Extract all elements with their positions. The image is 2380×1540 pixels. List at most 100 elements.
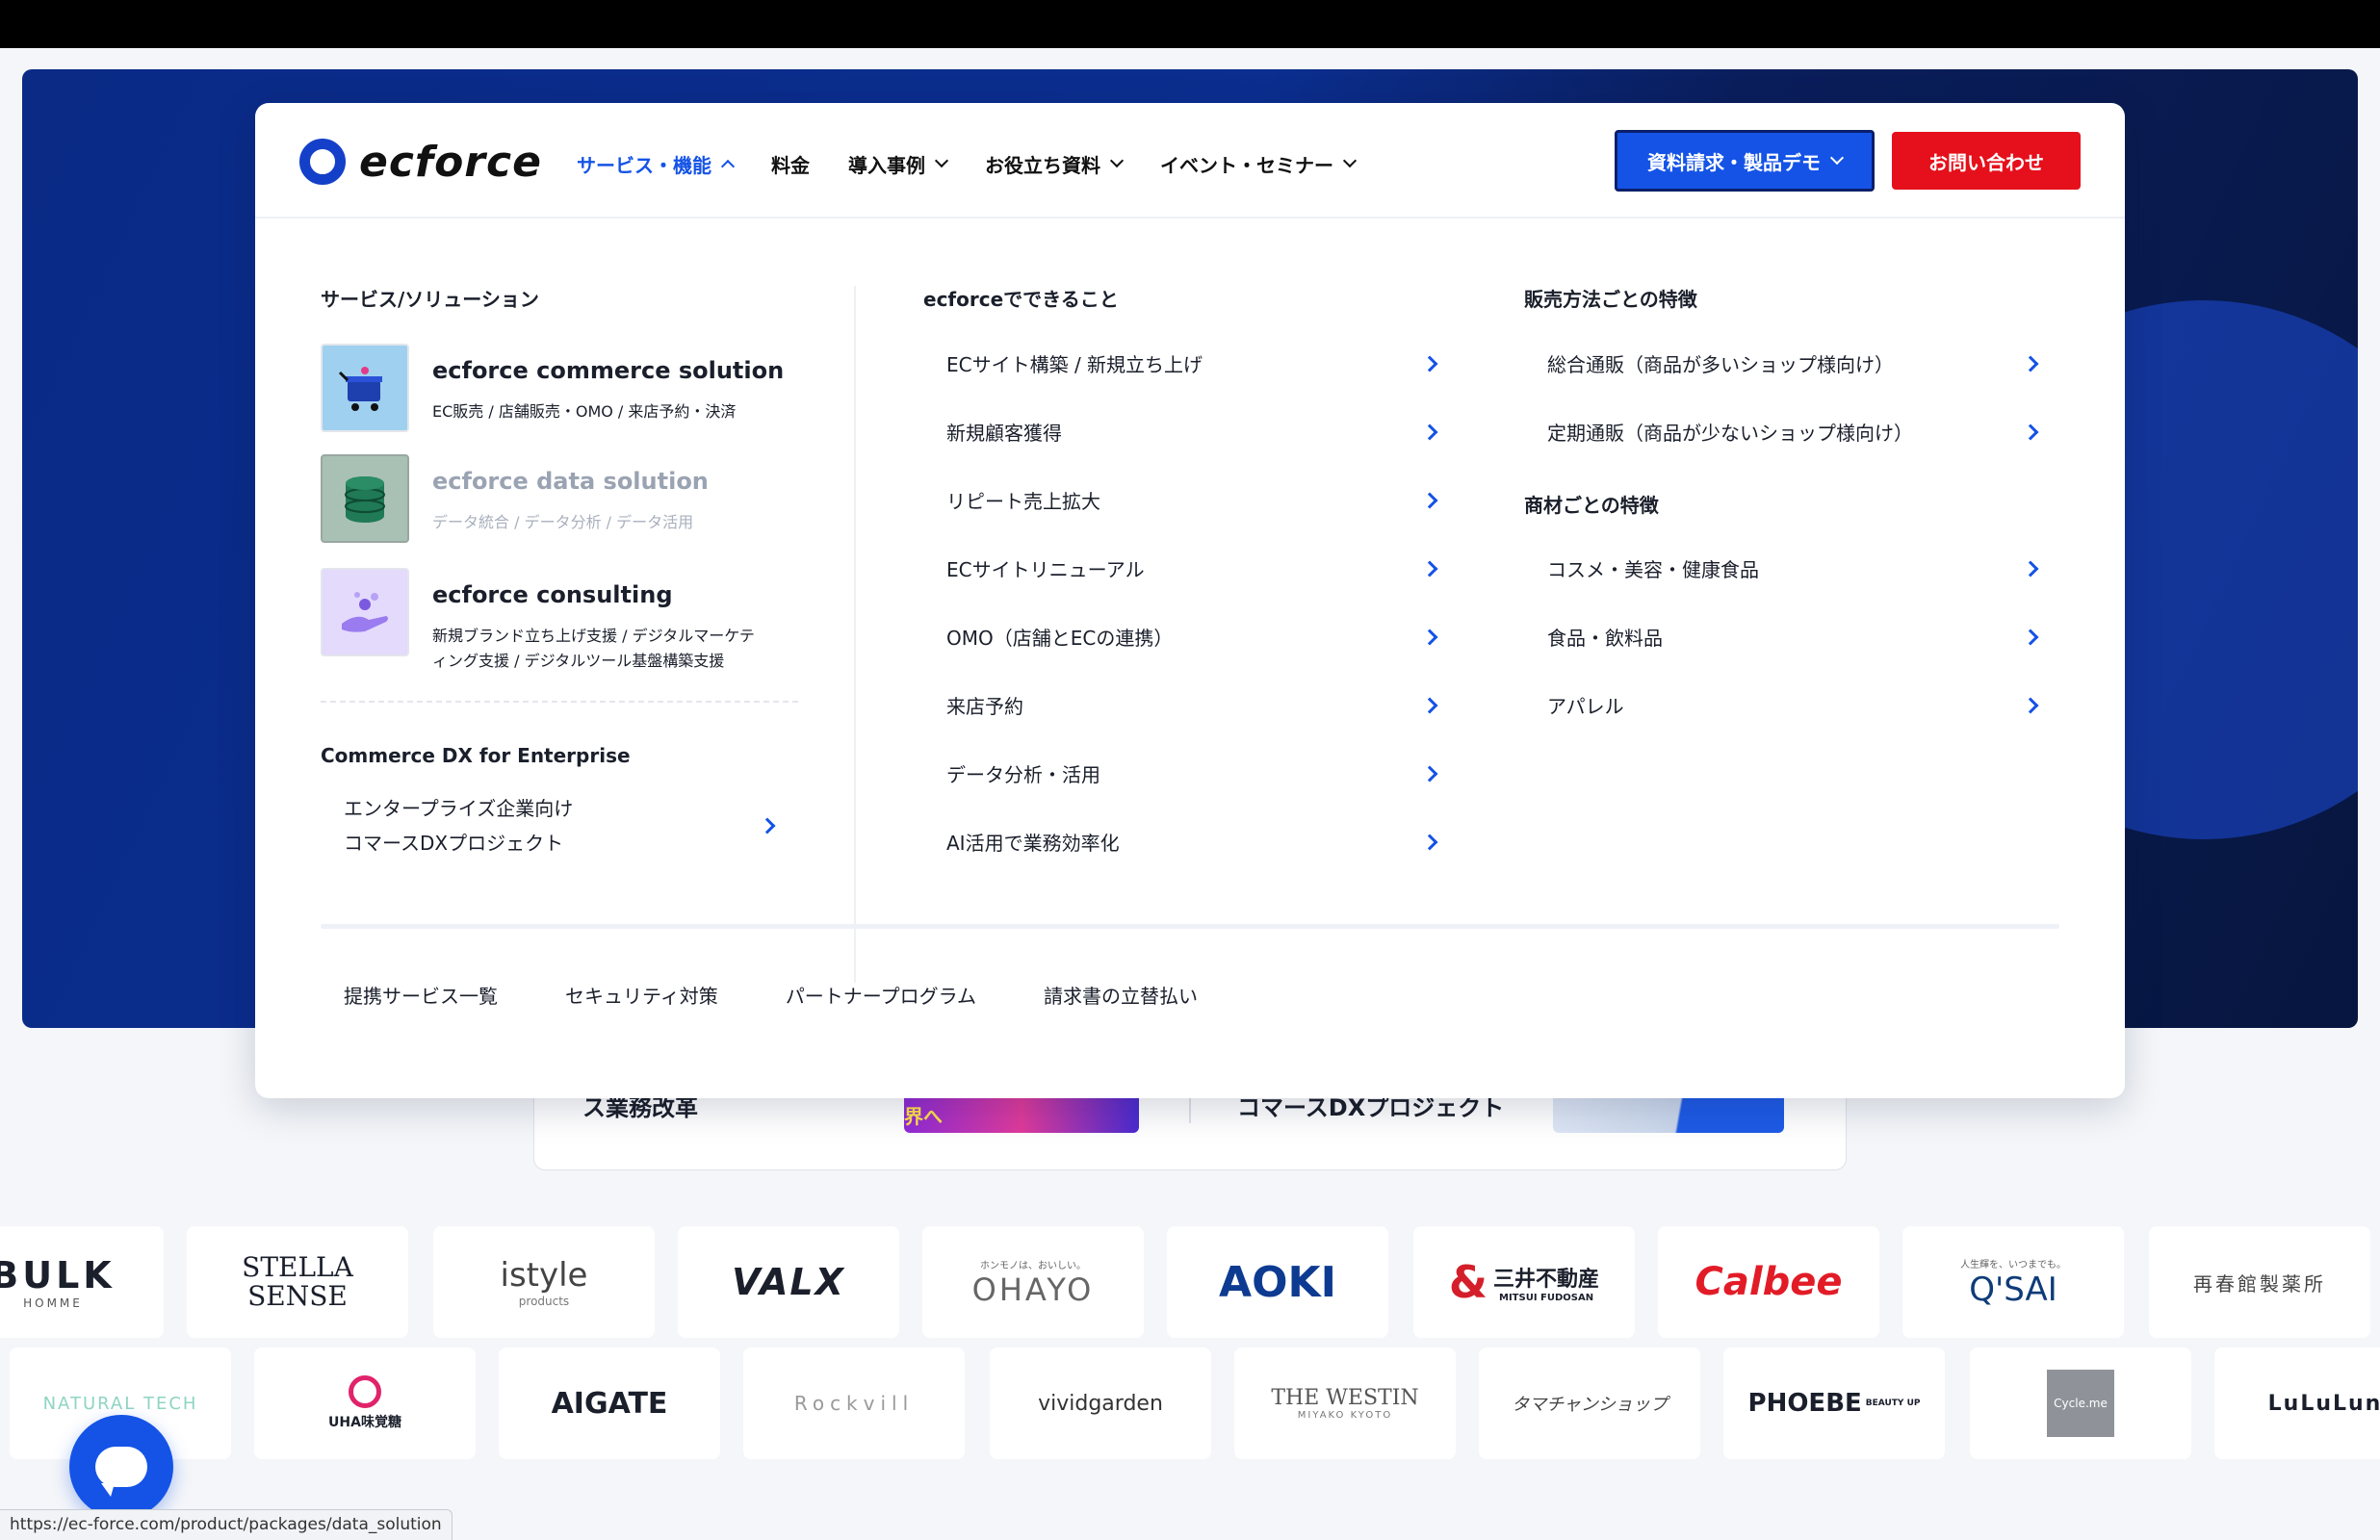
link-label: コスメ・美容・健康食品 — [1547, 558, 1759, 581]
solution-data[interactable]: ecforce data solution データ統合 / データ分析 / デー… — [321, 454, 821, 545]
client-logos-row-1: BULK HOMME STELLA SENSE istyle products VA… — [0, 1226, 2380, 1338]
brand-logo[interactable]: ecforce — [299, 136, 542, 188]
capability-link-ai[interactable]: AI活用で業務効率化 — [946, 828, 1441, 856]
enterprise-link[interactable]: エンタープライズ企業向け コマースDXプロジェクト — [344, 792, 779, 860]
nav-events[interactable]: イベント・セミナー — [1160, 145, 1358, 182]
chevron-right-icon — [1421, 492, 1438, 508]
mega-menu-panel: ecforce サービス・機能 料金 導入事例 お役立ち資料 イベント・セミナー… — [255, 103, 2125, 1098]
nav-resources[interactable]: お役立ち資料 — [985, 145, 1125, 182]
logo-istyle: istyle products — [433, 1226, 655, 1338]
chevron-right-icon — [1421, 697, 1438, 713]
chevron-down-icon — [1829, 150, 1845, 166]
link-label: リピート売上拡大 — [946, 490, 1100, 513]
logo-vividgarden: vividgarden — [990, 1348, 1211, 1459]
logo-rockvill: Rockvill — [743, 1348, 965, 1459]
link-label: ECサイト構築 / 新規立ち上げ — [946, 353, 1203, 376]
logo-aigate: AIGATE — [499, 1348, 720, 1459]
chevron-down-icon — [934, 153, 949, 168]
chat-button[interactable] — [69, 1415, 173, 1519]
product-type-link-food[interactable]: 食品・飲料品 — [1547, 623, 2042, 651]
chevron-down-icon — [1109, 153, 1125, 168]
chevron-up-icon — [720, 159, 736, 174]
link-label: 食品・飲料品 — [1547, 627, 1663, 650]
logo-qsai: 人生輝を、いつまでも。 Q'SAI — [1902, 1226, 2124, 1338]
logo-westin: THE WESTIN MIYAKO KYOTO — [1234, 1348, 1456, 1459]
solution-commerce[interactable]: ecforce commerce solution EC販売 / 店舗販売・OM… — [321, 344, 821, 434]
product-type-link-apparel[interactable]: アパレル — [1547, 691, 2042, 719]
capability-link-new-customers[interactable]: 新規顧客獲得 — [946, 418, 1441, 446]
enterprise-line1: エンタープライズ企業向け — [344, 797, 574, 820]
logo-phoebe: PHOEBE BEAUTY UP — [1723, 1348, 1945, 1459]
footer-divider — [321, 924, 2059, 929]
capability-link-repeat-sales[interactable]: リピート売上拡大 — [946, 486, 1441, 514]
solution-consulting-subtitle: 新規ブランド立ち上げ支援 / デジタルマーケテ ィング支援 / デジタルツール基… — [432, 627, 755, 670]
link-label: 来店予約 — [946, 695, 1023, 718]
capability-link-reservation[interactable]: 来店予約 — [946, 691, 1441, 719]
chevron-right-icon — [2022, 697, 2039, 713]
solution-data-subtitle: データ統合 / データ分析 / データ活用 — [432, 513, 694, 531]
chevron-right-icon — [1421, 834, 1438, 850]
logo-valx: VALX — [678, 1226, 899, 1338]
solution-commerce-subtitle: EC販売 / 店舗販売・OMO / 来店予約・決済 — [432, 402, 737, 421]
client-logos-row-2: NATURAL TECH UHA味覚糖 AIGATE Rockvill vivi… — [0, 1348, 2380, 1459]
logo-ohayo: ホンモノは、おいしい。 OHAYO — [922, 1226, 1144, 1338]
link-label: アパレル — [1547, 695, 1624, 718]
hand-coins-icon — [321, 568, 409, 656]
chevron-right-icon — [1421, 355, 1438, 372]
footer-link-invoice-payment[interactable]: 請求書の立替払い — [1044, 981, 1198, 1009]
request-demo-button[interactable]: 資料請求・製品デモ — [1615, 130, 1875, 192]
footer-link-partner-program[interactable]: パートナープログラム — [786, 981, 976, 1009]
chevron-right-icon — [759, 817, 776, 834]
solution-data-title: ecforce data solution — [432, 468, 709, 495]
link-label: AI活用で業務効率化 — [946, 832, 1120, 855]
link-label: データ分析・活用 — [946, 763, 1100, 786]
capability-link-data-analysis[interactable]: データ分析・活用 — [946, 759, 1441, 787]
menu-footer-links: 提携サービス一覧 セキュリティ対策 パートナープログラム 請求書の立替払い — [344, 981, 1265, 1009]
footer-link-security[interactable]: セキュリティ対策 — [565, 981, 718, 1009]
logo-mitsui-fudosan: & 三井不動産 MITSUI FUDOSAN — [1413, 1226, 1635, 1338]
link-label: 定期通販（商品が少ないショップ様向け） — [1547, 422, 1913, 445]
column-divider — [854, 286, 856, 983]
nav-pricing[interactable]: 料金 — [771, 145, 810, 182]
contact-button[interactable]: お問い合わせ — [1892, 132, 2081, 190]
logo-aoki: AOKI — [1167, 1226, 1388, 1338]
chevron-right-icon — [2022, 629, 2039, 645]
section-divider — [321, 701, 798, 703]
nav-case-studies[interactable]: 導入事例 — [848, 145, 949, 182]
site-header: ecforce サービス・機能 料金 導入事例 お役立ち資料 イベント・セミナー… — [255, 103, 2125, 218]
enterprise-line2: コマースDXプロジェクト — [344, 832, 564, 855]
shopping-cart-icon — [321, 344, 409, 432]
nav-services[interactable]: サービス・機能 — [577, 145, 736, 182]
enterprise-heading: Commerce DX for Enterprise — [321, 744, 631, 767]
chevron-right-icon — [2022, 560, 2039, 577]
database-icon — [321, 454, 409, 543]
link-label: OMO（店舗とECの連携） — [946, 627, 1174, 650]
sales-methods-heading: 販売方法ごとの特徴 — [1524, 288, 1697, 311]
logo-tamachan: タマチャンショップ — [1479, 1348, 1700, 1459]
sales-method-link-subscription[interactable]: 定期通販（商品が少ないショップ様向け） — [1547, 418, 2042, 446]
main-nav: サービス・機能 料金 導入事例 お役立ち資料 イベント・セミナー — [577, 145, 1393, 182]
solution-commerce-title: ecforce commerce solution — [432, 357, 785, 384]
capability-link-renewal[interactable]: ECサイトリニューアル — [946, 554, 1441, 582]
link-label: 新規顧客獲得 — [946, 422, 1062, 445]
chevron-right-icon — [2022, 355, 2039, 372]
brand-name: ecforce — [359, 137, 542, 187]
solutions-heading: サービス/ソリューション — [321, 288, 539, 311]
logo-bulk: BULK HOMME — [0, 1226, 164, 1338]
link-label: 総合通販（商品が多いショップ様向け） — [1547, 353, 1894, 376]
logo-uha-mikakuto: UHA味覚糖 — [254, 1348, 476, 1459]
capability-link-ec-build[interactable]: ECサイト構築 / 新規立ち上げ — [946, 349, 1441, 377]
solution-consulting[interactable]: ecforce consulting 新規ブランド立ち上げ支援 / デジタルマー… — [321, 568, 821, 674]
chevron-right-icon — [1421, 629, 1438, 645]
footer-link-partners-services[interactable]: 提携サービス一覧 — [344, 981, 498, 1009]
capability-link-omo[interactable]: OMO（店舗とECの連携） — [946, 623, 1441, 651]
chat-bubble-icon — [95, 1447, 147, 1497]
logo-cycle-me: Cycle.me — [1970, 1348, 2191, 1459]
product-type-link-cosmetics[interactable]: コスメ・美容・健康食品 — [1547, 554, 2042, 582]
solution-consulting-title: ecforce consulting — [432, 581, 673, 608]
ecforce-logo-icon — [299, 139, 346, 185]
logo-calbee: Calbee — [1658, 1226, 1879, 1338]
status-bar-url: https://ec-force.com/product/packages/da… — [0, 1509, 453, 1540]
browser-top-bar — [0, 0, 2380, 48]
sales-method-link-general[interactable]: 総合通販（商品が多いショップ様向け） — [1547, 349, 2042, 377]
